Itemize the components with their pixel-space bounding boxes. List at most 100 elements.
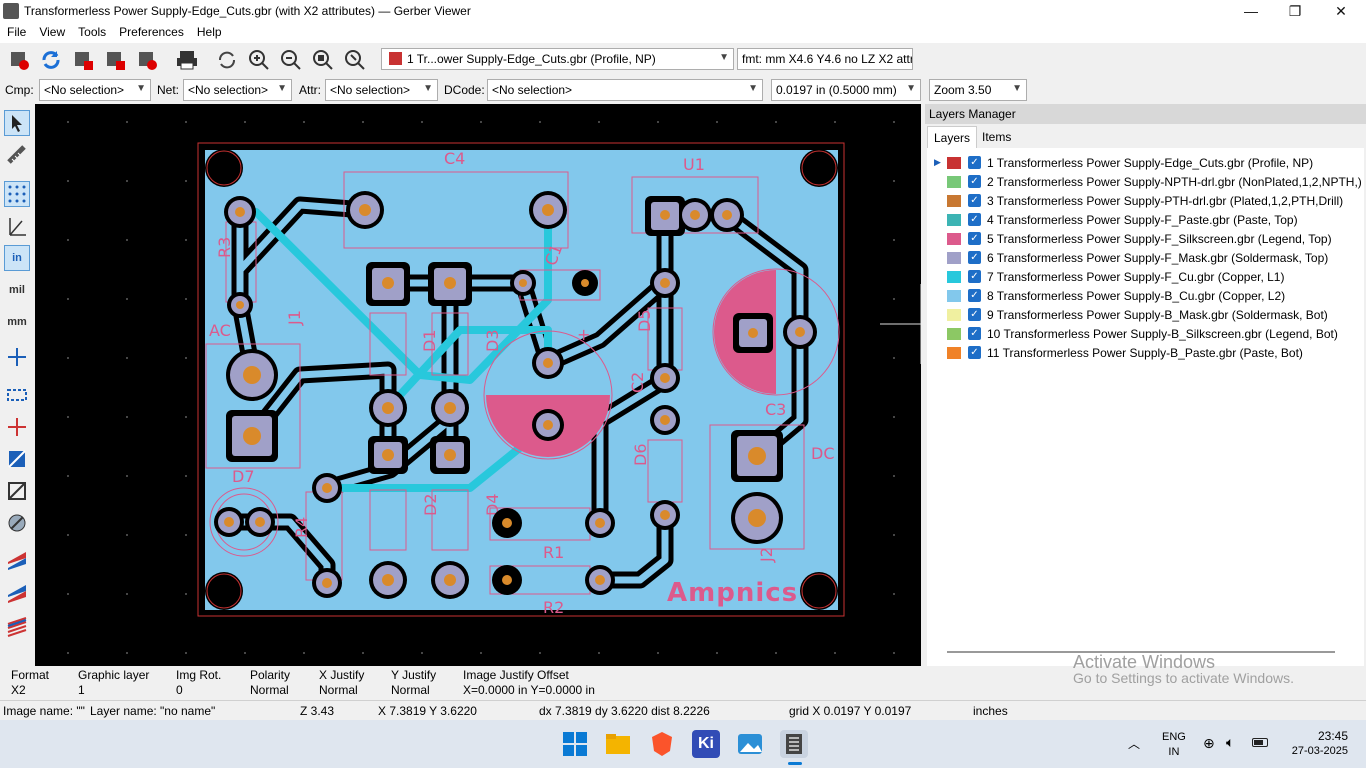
layer-name: 8 Transformerless Power Supply-B_Cu.gbr … — [987, 289, 1286, 303]
file-explorer-icon[interactable] — [604, 730, 632, 758]
layer-color-swatch[interactable] — [947, 309, 961, 321]
lines-sketch-icon[interactable] — [4, 414, 30, 440]
layer-visibility-checkbox[interactable]: ✓ — [968, 289, 981, 302]
maximize-button[interactable]: ❐ — [1272, 0, 1318, 23]
layer-select-dropdown[interactable]: 1 Tr...ower Supply-Edge_Cuts.gbr (Profil… — [381, 48, 734, 70]
menu-file[interactable]: File — [0, 23, 32, 39]
zoom-select[interactable]: Zoom 3.50 ▼ — [929, 79, 1027, 101]
close-button[interactable]: ✕ — [1318, 0, 1364, 23]
layer-color-swatch[interactable] — [947, 271, 961, 283]
label-ac: AC — [209, 321, 231, 340]
label-d7: D7 — [232, 467, 255, 486]
grid-toggle-icon[interactable] — [4, 181, 30, 207]
reload-icon[interactable] — [38, 47, 64, 73]
cmp-select[interactable]: <No selection> ▼ — [39, 79, 151, 101]
dcode-select[interactable]: <No selection> ▼ — [487, 79, 763, 101]
network-icon[interactable]: ⊕ — [1203, 735, 1215, 752]
minimize-button[interactable]: — — [1228, 0, 1274, 23]
status-image-name: Image name: "" — [3, 704, 85, 718]
volume-icon[interactable]: 🔈︎ — [1226, 734, 1234, 751]
photos-icon[interactable] — [736, 730, 764, 758]
grid-select[interactable]: 0.0197 in (0.5000 mm) ▼ — [771, 79, 921, 101]
layer-name: 2 Transformerless Power Supply-NPTH-drl.… — [987, 175, 1362, 189]
layer-name: 4 Transformerless Power Supply-F_Paste.g… — [987, 213, 1298, 227]
negative-objects-icon[interactable] — [4, 478, 30, 504]
layer-visibility-checkbox[interactable]: ✓ — [968, 194, 981, 207]
layer-list: ▶ ✓ 1 Transformerless Power Supply-Edge_Cu… — [927, 148, 1364, 666]
dcodes-icon[interactable] — [4, 510, 30, 536]
cursor-shape-icon[interactable] — [4, 344, 30, 370]
kicad-icon[interactable]: Ki — [692, 730, 720, 758]
pcb-view: C4 U1 R3 C1 AC J1 D1 D3 D5 C2 C3 D7 DC D… — [35, 104, 922, 666]
tab-layers[interactable]: Layers — [927, 126, 978, 148]
status-layer-name: Layer name: "no name" — [90, 704, 216, 718]
status-bar: Image name: "" Layer name: "no name" Z 3… — [0, 700, 1366, 720]
app-icon — [3, 3, 19, 19]
layer-visibility-checkbox[interactable]: ✓ — [968, 346, 981, 359]
measure-tool-icon[interactable] — [4, 142, 30, 168]
attr-select[interactable]: <No selection> ▼ — [325, 79, 438, 101]
layer-color-swatch[interactable] — [947, 290, 961, 302]
layer-color-swatch[interactable] — [947, 195, 961, 207]
layer-color-swatch[interactable] — [947, 157, 961, 169]
brave-browser-icon[interactable] — [648, 730, 676, 758]
layer-color-swatch[interactable] — [947, 176, 961, 188]
mm-units-button[interactable]: mm — [4, 309, 30, 335]
layer-visibility-checkbox[interactable]: ✓ — [968, 175, 981, 188]
polygons-sketch-icon[interactable] — [4, 446, 30, 472]
zoom-out-icon[interactable] — [278, 47, 304, 73]
open-gerber-icon[interactable] — [70, 47, 96, 73]
clock-time[interactable]: 23:45 — [1300, 729, 1348, 743]
layer-color-swatch[interactable] — [947, 233, 961, 245]
mil-units-button[interactable]: mil — [4, 277, 30, 303]
layer-color-swatch[interactable] — [947, 328, 961, 340]
flashed-items-icon[interactable] — [4, 382, 30, 408]
polarity-label: Polarity — [250, 668, 291, 682]
polar-coords-icon[interactable] — [4, 213, 30, 239]
zoom-fit-icon[interactable] — [310, 47, 336, 73]
drawing-canvas[interactable]: C4 U1 R3 C1 AC J1 D1 D3 D5 C2 C3 D7 DC D… — [35, 104, 922, 666]
menu-tools[interactable]: Tools — [71, 23, 112, 39]
layers-manager-toggle-icon[interactable] — [4, 614, 30, 640]
layer-color-swatch[interactable] — [947, 347, 961, 359]
layer-name: 5 Transformerless Power Supply-F_Silkscr… — [987, 232, 1332, 246]
layer-name: 11 Transformerless Power Supply-B_Paste.… — [987, 346, 1303, 360]
inch-units-button[interactable]: in — [4, 245, 30, 271]
img-rot-value: 0 — [176, 683, 183, 697]
clear-layers-icon[interactable] — [6, 47, 32, 73]
layer-visibility-checkbox[interactable]: ✓ — [968, 308, 981, 321]
start-icon[interactable] — [561, 730, 589, 758]
zoom-in-icon[interactable] — [246, 47, 272, 73]
gerbview-icon[interactable] — [780, 730, 808, 758]
layer-color-swatch[interactable] — [947, 252, 961, 264]
layers-diff-icon[interactable] — [4, 548, 30, 574]
open-zip-icon[interactable] — [134, 47, 160, 73]
menu-preferences[interactable]: Preferences — [112, 23, 190, 39]
high-contrast-icon[interactable] — [4, 581, 30, 607]
layer-visibility-checkbox[interactable]: ✓ — [968, 232, 981, 245]
clock-date[interactable]: 27-03-2025 — [1285, 745, 1348, 757]
layer-visibility-checkbox[interactable]: ✓ — [968, 327, 981, 340]
chevron-down-icon: ▼ — [748, 83, 758, 94]
label-d1: D1 — [420, 330, 439, 353]
zoom-selection-icon[interactable] — [342, 47, 368, 73]
net-select[interactable]: <No selection> ▼ — [183, 79, 292, 101]
layer-color-swatch[interactable] — [947, 214, 961, 226]
battery-icon[interactable] — [1252, 738, 1268, 747]
layer-visibility-checkbox[interactable]: ✓ — [968, 270, 981, 283]
menu-view[interactable]: View — [32, 23, 71, 39]
redraw-icon[interactable] — [214, 47, 240, 73]
open-drill-icon[interactable] — [102, 47, 128, 73]
select-tool-icon[interactable] — [4, 110, 30, 136]
language-indicator[interactable]: ENG IN — [1162, 730, 1186, 760]
tab-items[interactable]: Items — [976, 126, 1017, 148]
layer-name: 1 Transformerless Power Supply-Edge_Cuts… — [987, 156, 1314, 170]
chevron-up-icon[interactable]: ︿ — [1128, 735, 1140, 752]
print-icon[interactable] — [174, 47, 200, 73]
layer-visibility-checkbox[interactable]: ✓ — [968, 251, 981, 264]
layer-visibility-checkbox[interactable]: ✓ — [968, 213, 981, 226]
active-layer-marker-icon: ▶ — [934, 157, 941, 167]
label-j2: J2 — [757, 547, 776, 563]
menu-help[interactable]: Help — [190, 23, 228, 39]
layer-visibility-checkbox[interactable]: ✓ — [968, 156, 981, 169]
